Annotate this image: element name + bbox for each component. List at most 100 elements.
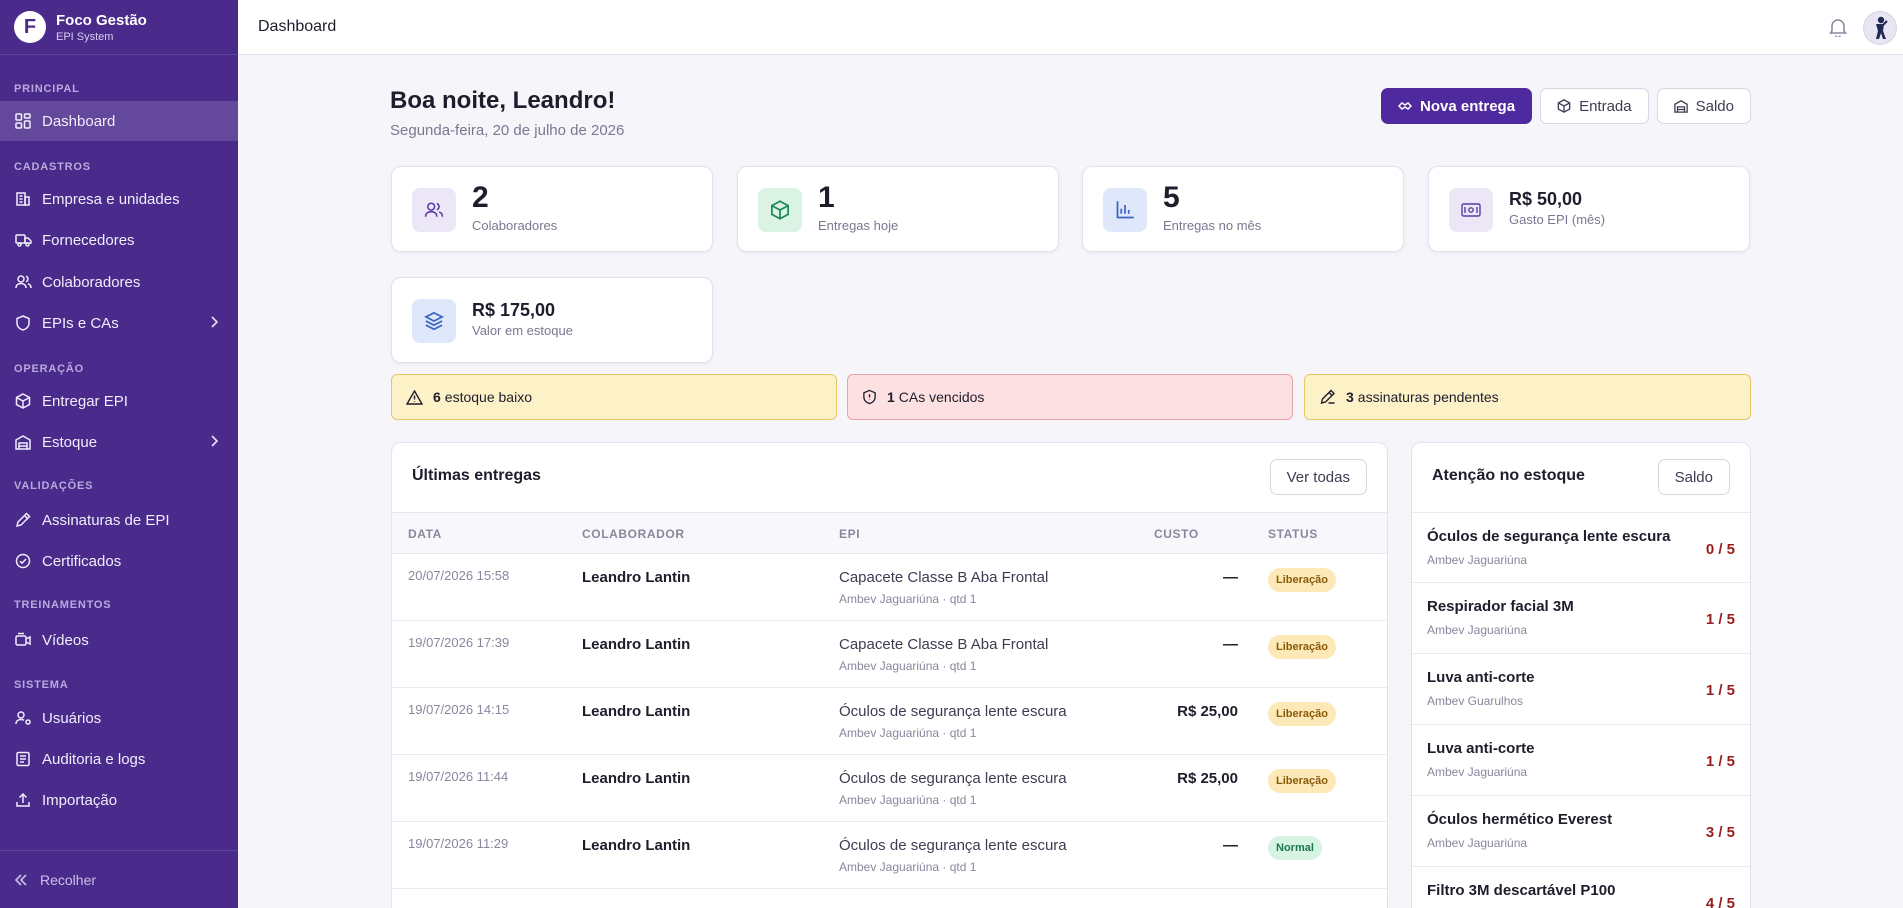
item-qty: 1 / 5 bbox=[1705, 682, 1735, 699]
item-name: Luva anti-corte bbox=[1427, 669, 1535, 686]
delivery-epi: Capacete Classe B Aba Frontal bbox=[839, 636, 1049, 653]
alert-expired-ca[interactable]: 1 CAs vencidos bbox=[847, 374, 1293, 420]
chevrons-left-icon bbox=[14, 873, 28, 886]
column-header-colaborador[interactable]: COLABORADOR bbox=[582, 527, 685, 541]
list-item[interactable]: Óculos hermético Everest Ambev Jaguariún… bbox=[1412, 796, 1750, 867]
sidebar-item-fornecedores[interactable]: Fornecedores bbox=[0, 220, 238, 260]
section-label-operacao: OPERAÇÃO bbox=[14, 363, 84, 375]
item-qty: 3 / 5 bbox=[1705, 824, 1735, 841]
bar-chart-icon bbox=[1103, 188, 1147, 232]
stat-card-valor-estoque[interactable]: R$ 175,00 Valor em estoque bbox=[391, 277, 713, 363]
sidebar-item-usuarios[interactable]: Usuários bbox=[0, 698, 238, 738]
avatar[interactable] bbox=[1863, 11, 1897, 45]
delivery-epi-detail: Ambev Jaguariúna · qtd 1 bbox=[839, 726, 977, 740]
stock-balance-button[interactable]: Saldo bbox=[1657, 459, 1730, 495]
table-row[interactable]: 19/07/2026 11:29 Leandro Lantin Óculos d… bbox=[392, 822, 1387, 889]
list-item[interactable]: Respirador facial 3M Ambev Jaguariúna 1 … bbox=[1412, 583, 1750, 654]
brand-subtitle: EPI System bbox=[56, 30, 114, 43]
stat-card-gasto-epi[interactable]: R$ 50,00 Gasto EPI (mês) bbox=[1428, 166, 1750, 252]
stat-value: R$ 175,00 bbox=[472, 300, 556, 320]
delivery-epi-detail: Ambev Jaguariúna · qtd 1 bbox=[839, 860, 977, 874]
sidebar-item-videos[interactable]: Vídeos bbox=[0, 620, 238, 660]
collapse-sidebar-button[interactable]: Recolher bbox=[0, 850, 238, 908]
list-item[interactable]: Filtro 3M descartável P100 4 / 5 bbox=[1412, 867, 1750, 908]
status-badge: Liberação bbox=[1268, 635, 1336, 659]
stat-label: Entregas hoje bbox=[818, 218, 899, 233]
delivery-date: 19/07/2026 11:44 bbox=[408, 769, 509, 784]
latest-deliveries-card: Últimas entregas Ver todas DATA COLABORA… bbox=[391, 442, 1388, 908]
grid-icon bbox=[14, 112, 32, 130]
column-header-epi[interactable]: EPI bbox=[839, 527, 860, 541]
status-badge: Liberação bbox=[1268, 702, 1336, 726]
table-row[interactable]: 19/07/2026 17:39 Leandro Lantin Capacete… bbox=[392, 621, 1387, 688]
shield-icon bbox=[14, 314, 32, 332]
column-header-cost[interactable]: CUSTO bbox=[1154, 527, 1199, 541]
delivery-date: 20/07/2026 15:58 bbox=[408, 568, 510, 583]
sidebar-item-auditoria[interactable]: Auditoria e logs bbox=[0, 739, 238, 779]
column-header-date[interactable]: DATA bbox=[408, 527, 442, 541]
sidebar-item-label: Vídeos bbox=[42, 631, 89, 649]
stat-value: 5 bbox=[1163, 181, 1180, 214]
building-icon bbox=[14, 190, 32, 208]
topbar: Dashboard bbox=[238, 0, 1903, 55]
header-actions: Nova entrega Entrada Saldo bbox=[1381, 88, 1751, 124]
stat-value: 2 bbox=[472, 181, 489, 214]
stat-card-entregas-hoje[interactable]: 1 Entregas hoje bbox=[737, 166, 1059, 252]
alert-pending-signatures[interactable]: 3 assinaturas pendentes bbox=[1304, 374, 1751, 420]
sidebar-item-certificados[interactable]: Certificados bbox=[0, 541, 238, 581]
status-badge: Normal bbox=[1268, 836, 1322, 860]
delivery-date: 19/07/2026 11:29 bbox=[408, 836, 509, 851]
delivery-epi-detail: Ambev Jaguariúna · qtd 1 bbox=[839, 793, 977, 807]
card-title: Atenção no estoque bbox=[1432, 467, 1585, 484]
sidebar-item-entregar[interactable]: Entregar EPI bbox=[0, 381, 238, 421]
stat-label: Entregas no mês bbox=[1163, 218, 1262, 233]
view-all-button[interactable]: Ver todas bbox=[1269, 459, 1367, 495]
new-delivery-button[interactable]: Nova entrega bbox=[1381, 88, 1533, 124]
sidebar-item-label: Certificados bbox=[42, 552, 122, 570]
current-date: Segunda-feira, 20 de julho de 2026 bbox=[390, 122, 625, 139]
sidebar-item-assinaturas[interactable]: Assinaturas de EPI bbox=[0, 500, 238, 540]
list-item[interactable]: Luva anti-corte Ambev Jaguariúna 1 / 5 bbox=[1412, 725, 1750, 796]
item-name: Filtro 3M descartável P100 bbox=[1427, 882, 1616, 899]
stat-card-entregas-mes[interactable]: 5 Entregas no mês bbox=[1082, 166, 1404, 252]
stat-card-colaboradores[interactable]: 2 Colaboradores bbox=[391, 166, 713, 252]
pen-icon bbox=[14, 511, 32, 529]
page-title: Dashboard bbox=[258, 18, 337, 35]
collapse-label: Recolher bbox=[40, 871, 97, 888]
balance-button[interactable]: Saldo bbox=[1656, 88, 1751, 124]
brand[interactable]: F Foco Gestão EPI System bbox=[0, 0, 238, 55]
delivery-date: 19/07/2026 14:15 bbox=[408, 702, 510, 717]
sidebar-item-label: Estoque bbox=[42, 433, 98, 451]
warehouse-icon bbox=[1673, 99, 1688, 113]
stat-label: Valor em estoque bbox=[472, 323, 573, 338]
delivery-date: 19/07/2026 17:39 bbox=[408, 635, 510, 650]
section-label-cadastros: CADASTROS bbox=[14, 161, 91, 173]
delivery-colaborador: Leandro Lantin bbox=[582, 703, 691, 720]
list-item[interactable]: Óculos de segurança lente escura Ambev J… bbox=[1412, 512, 1750, 583]
sidebar-item-epis[interactable]: EPIs e CAs bbox=[0, 303, 238, 343]
warehouse-icon bbox=[14, 433, 32, 451]
table-row[interactable]: 20/07/2026 15:58 Leandro Lantin Capacete… bbox=[392, 554, 1387, 621]
sidebar-item-estoque[interactable]: Estoque bbox=[0, 422, 238, 462]
truck-icon bbox=[14, 231, 32, 249]
chevron-right-icon bbox=[210, 434, 219, 451]
sidebar-item-colaboradores[interactable]: Colaboradores bbox=[0, 262, 238, 302]
sidebar-item-importacao[interactable]: Importação bbox=[0, 780, 238, 820]
alert-low-stock[interactable]: 6 estoque baixo bbox=[391, 374, 837, 420]
bell-icon[interactable] bbox=[1829, 17, 1847, 42]
item-unit: Ambev Jaguariúna bbox=[1427, 765, 1528, 779]
list-item[interactable]: Luva anti-corte Ambev Guarulhos 1 / 5 bbox=[1412, 654, 1750, 725]
table-row[interactable]: 19/07/2026 11:44 Leandro Lantin Óculos d… bbox=[392, 755, 1387, 822]
stock-attention-card: Atenção no estoque Saldo Óculos de segur… bbox=[1411, 442, 1751, 908]
delivery-cost: — bbox=[1223, 569, 1238, 586]
column-header-status[interactable]: STATUS bbox=[1268, 527, 1318, 541]
sidebar-item-dashboard[interactable]: Dashboard bbox=[0, 101, 238, 141]
shield-alert-icon bbox=[862, 389, 877, 405]
sidebar-item-empresa[interactable]: Empresa e unidades bbox=[0, 179, 238, 219]
warning-icon bbox=[406, 389, 423, 405]
table-row[interactable]: 19/07/2026 14:15 Leandro Lantin Óculos d… bbox=[392, 688, 1387, 755]
sidebar-item-label: Colaboradores bbox=[42, 273, 141, 291]
entry-button[interactable]: Entrada bbox=[1540, 88, 1649, 124]
item-name: Óculos hermético Everest bbox=[1427, 811, 1613, 828]
check-circle-icon bbox=[14, 552, 32, 570]
